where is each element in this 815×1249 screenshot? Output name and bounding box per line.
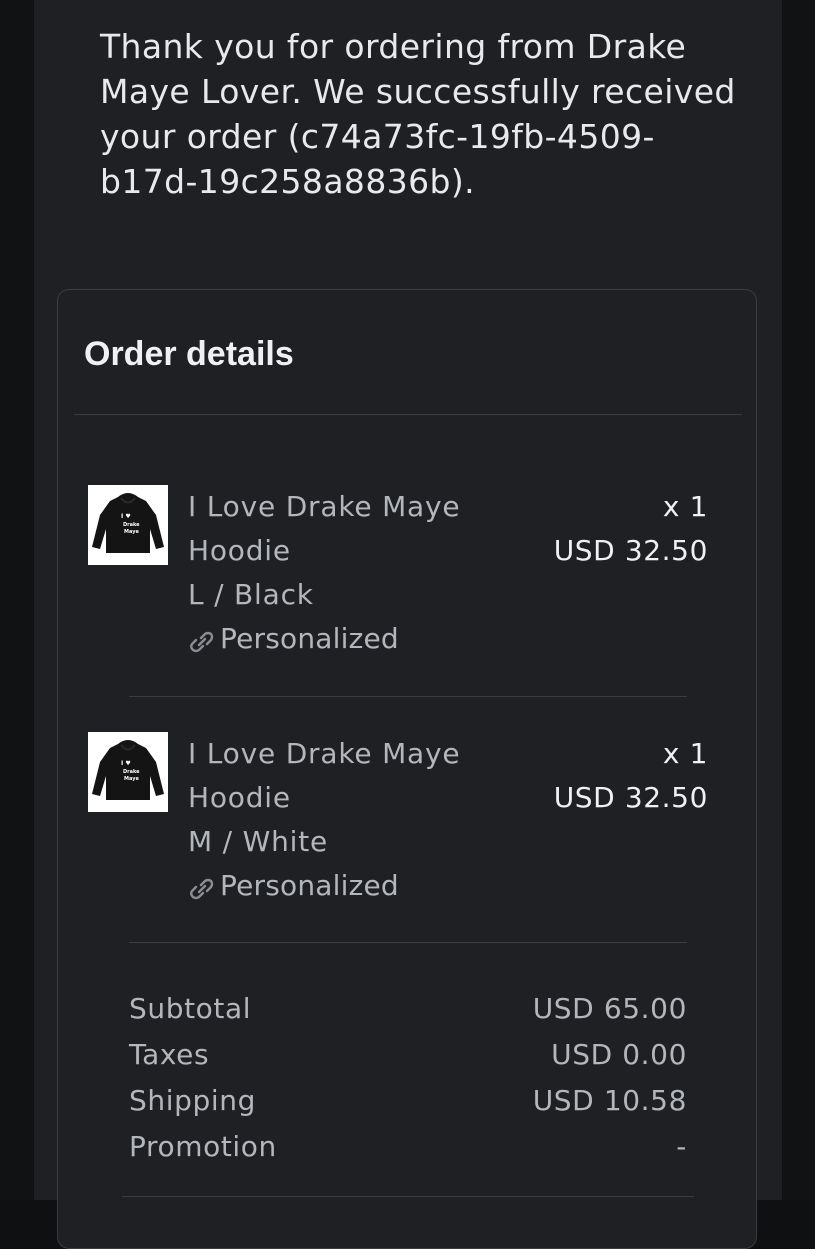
taxes-value: USD 0.00: [551, 1038, 687, 1071]
product-thumbnail[interactable]: I ♥ Drake Maye: [88, 485, 168, 565]
divider: [122, 1196, 694, 1197]
divider: [129, 696, 687, 697]
taxes-label: Taxes: [129, 1038, 210, 1071]
item-price: USD 32.50: [553, 781, 708, 814]
divider: [74, 414, 742, 415]
personalized-label: Personalized: [220, 869, 399, 902]
thumb-text-line2: Drake: [123, 769, 140, 775]
order-confirmation-message: Thank you for ordering from Drake Maye L…: [100, 27, 736, 201]
thumb-text-line1: I ♥: [121, 513, 131, 520]
promotion-row: Promotion -: [129, 1124, 687, 1170]
thumb-text-line2: Drake: [123, 522, 140, 528]
item-info: I Love Drake Maye Hoodie L / Black Perso…: [188, 485, 460, 661]
thumb-text-line1: I ♥: [121, 760, 131, 767]
item-variant: L / Black: [188, 578, 314, 611]
item-name-cont: Hoodie: [188, 781, 291, 814]
personalized-label: Personalized: [220, 622, 399, 655]
subtotal-value: USD 65.00: [532, 992, 687, 1025]
link-icon: [188, 872, 216, 900]
item-name: I Love Drake Maye: [188, 737, 461, 770]
hoodie-icon: I ♥ Drake Maye: [88, 485, 168, 565]
item-price-block: x 1 USD 32.50: [554, 732, 708, 820]
order-details-title: Order details: [84, 335, 294, 373]
item-info: I Love Drake Maye Hoodie M / White Perso…: [188, 732, 460, 908]
order-item: I ♥ Drake Maye I Love Drake Maye Hoodie …: [88, 732, 708, 912]
shipping-label: Shipping: [129, 1084, 256, 1117]
item-quantity: x 1: [662, 737, 708, 770]
thumb-text-line3: Maye: [124, 529, 139, 535]
link-icon: [188, 625, 216, 653]
shipping-row: Shipping USD 10.58: [129, 1078, 687, 1124]
personalized-tag: Personalized: [188, 864, 460, 908]
thumb-text-line3: Maye: [124, 776, 139, 782]
promotion-value: -: [676, 1130, 687, 1163]
divider: [129, 942, 687, 943]
item-variant: M / White: [188, 825, 329, 858]
hoodie-icon: I ♥ Drake Maye: [88, 732, 168, 812]
item-name-cont: Hoodie: [188, 534, 291, 567]
item-price: USD 32.50: [553, 534, 708, 567]
item-quantity: x 1: [662, 490, 708, 523]
subtotal-row: Subtotal USD 65.00: [129, 986, 687, 1032]
item-name: I Love Drake Maye: [188, 490, 461, 523]
item-price-block: x 1 USD 32.50: [554, 485, 708, 573]
order-item: I ♥ Drake Maye I Love Drake Maye Hoodie …: [88, 485, 708, 665]
promotion-label: Promotion: [129, 1130, 277, 1163]
taxes-row: Taxes USD 0.00: [129, 1032, 687, 1078]
product-thumbnail[interactable]: I ♥ Drake Maye: [88, 732, 168, 812]
order-details-card: Order details I ♥ Drake Maye I Love Drak…: [57, 289, 757, 1249]
personalized-tag: Personalized: [188, 617, 460, 661]
order-totals: Subtotal USD 65.00 Taxes USD 0.00 Shippi…: [129, 986, 687, 1170]
shipping-value: USD 10.58: [532, 1084, 687, 1117]
subtotal-label: Subtotal: [129, 992, 252, 1025]
